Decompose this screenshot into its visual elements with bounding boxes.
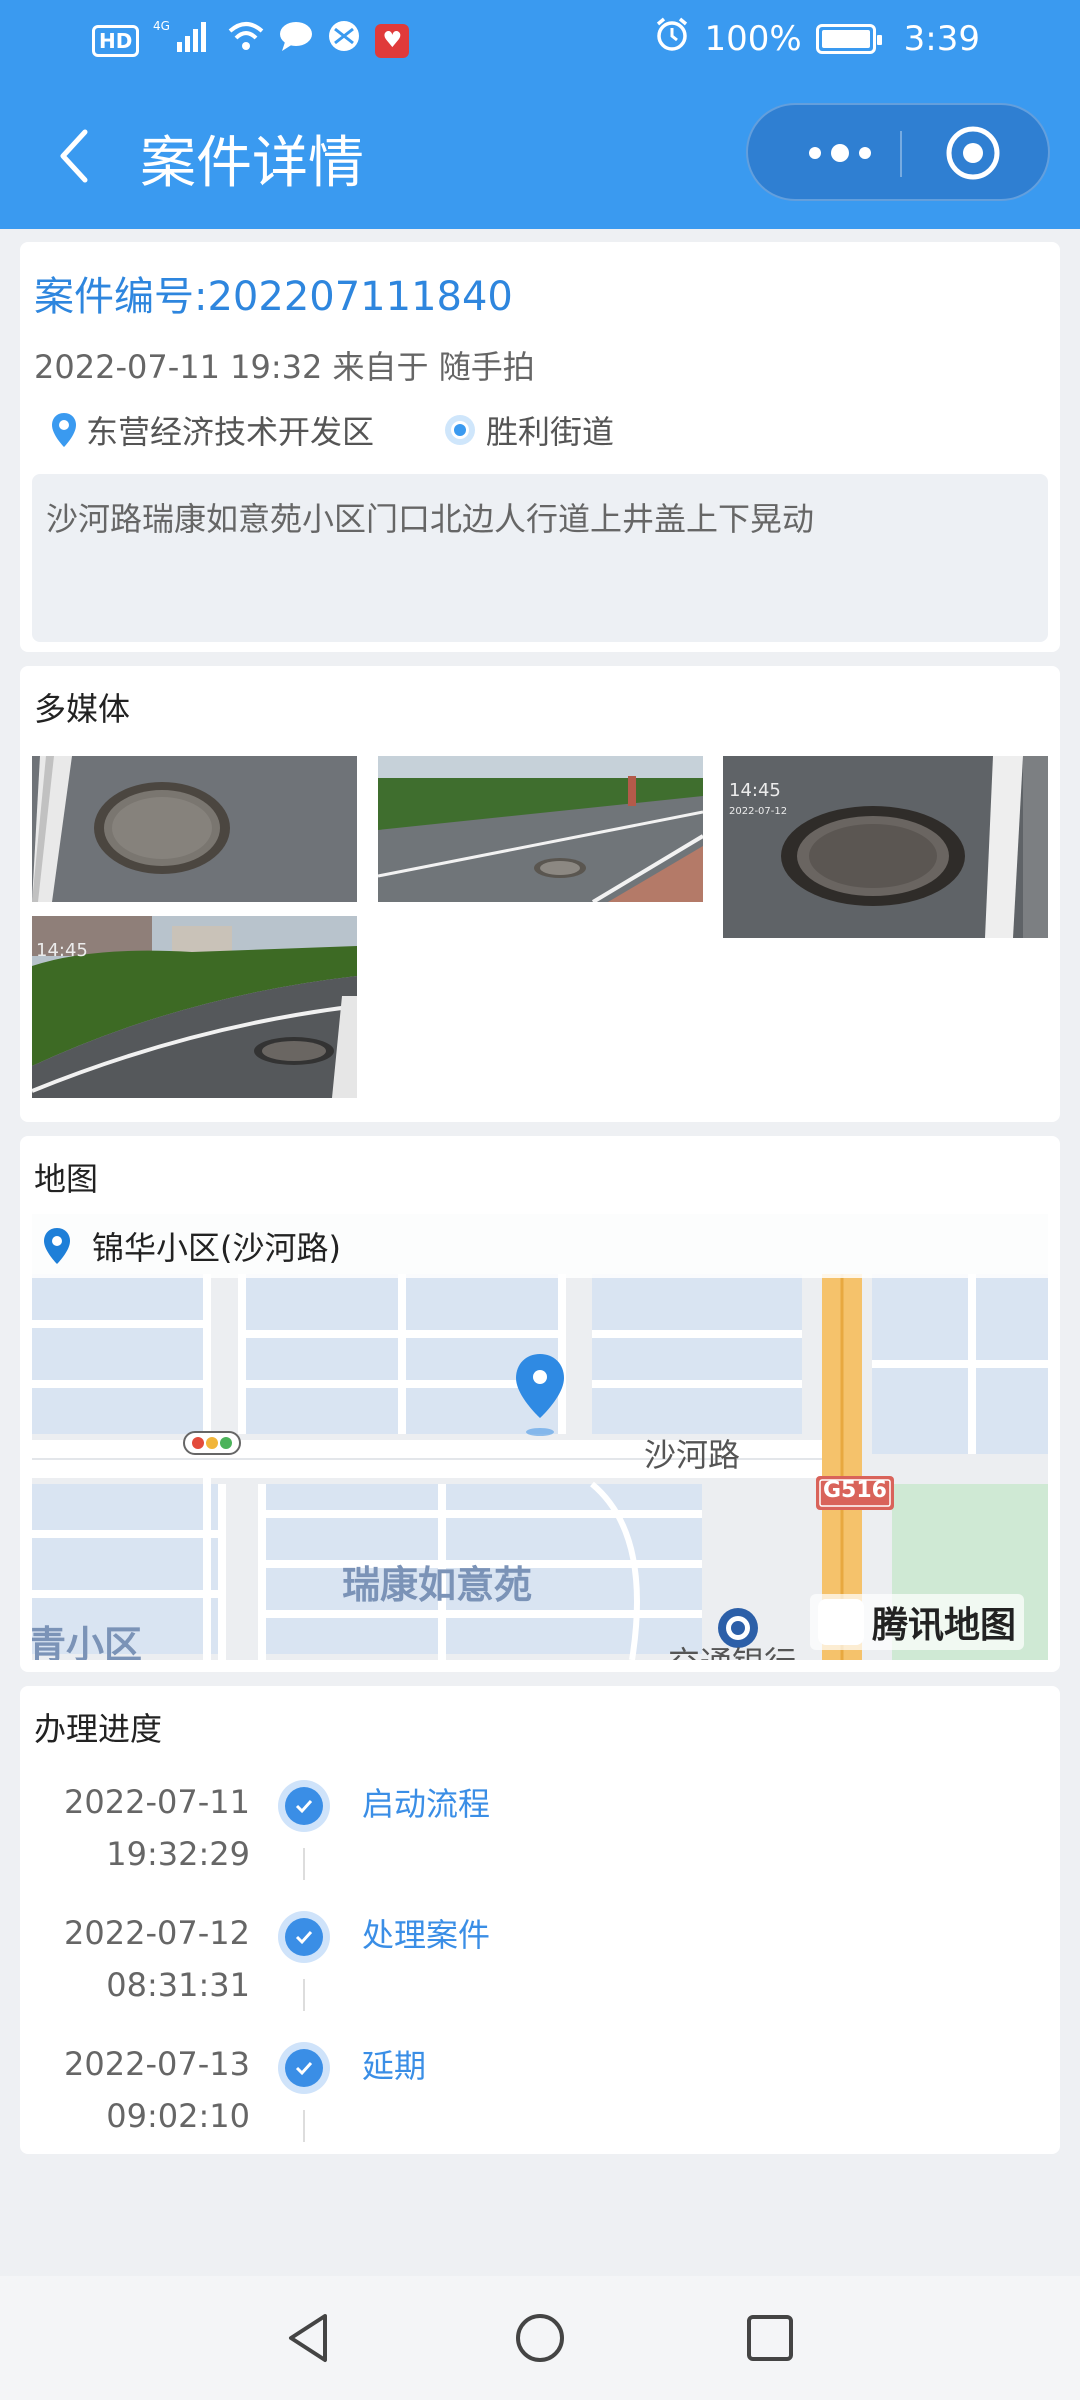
street-label: 胜利街道 bbox=[486, 413, 615, 451]
map-corner-label: 青小区 bbox=[32, 1623, 143, 1660]
hd-badge: HD bbox=[92, 24, 140, 57]
photo-thumbnail[interactable] bbox=[32, 756, 357, 902]
map-road-label: 沙河路 bbox=[644, 1436, 741, 1474]
clock: 3:39 bbox=[903, 18, 980, 59]
media-section-title: 多媒体 bbox=[34, 690, 131, 728]
hedge-road-photo: 14:45 bbox=[32, 916, 357, 1098]
wifi-icon bbox=[227, 19, 265, 62]
timeline-step-label[interactable]: 启动流程 bbox=[362, 1778, 490, 1830]
signal-icon: 4G bbox=[153, 18, 213, 63]
street-tag: 胜利街道 bbox=[442, 407, 614, 453]
timeline-step-label[interactable]: 处理案件 bbox=[362, 1909, 490, 1961]
photo-thumbnail[interactable] bbox=[378, 756, 703, 902]
target-location-icon bbox=[445, 415, 476, 445]
status-right: 100% 3:39 bbox=[654, 16, 980, 61]
map-area-label: 瑞康如意苑 bbox=[342, 1563, 533, 1607]
location-pin-icon bbox=[52, 413, 76, 447]
timeline-time: 09:02:10 bbox=[106, 2097, 250, 2135]
highway-badge-label: G516 bbox=[823, 1478, 887, 1503]
street-photo bbox=[378, 756, 703, 902]
chat-bubble-icon bbox=[279, 20, 313, 61]
app-header: HD 4G ♥ 100% 3:39 案件详情 bbox=[0, 0, 1080, 229]
manhole-road-photo: 14:45 2022-07-12 bbox=[723, 756, 1048, 938]
app-notification-icon: ♥ bbox=[375, 23, 410, 58]
location-row: 东营经济技术开发区 胜利街道 bbox=[50, 407, 614, 453]
more-button[interactable] bbox=[790, 125, 890, 181]
location-pin-icon bbox=[44, 1228, 70, 1264]
manhole-photo bbox=[32, 756, 357, 902]
timeline-datetime: 2022-07-13 09:02:10 bbox=[64, 2038, 250, 2142]
progress-section-title: 办理进度 bbox=[34, 1710, 163, 1748]
map-place-bar: 锦华小区(沙河路) bbox=[32, 1214, 1048, 1278]
map-view[interactable]: 锦华小区(沙河路) 沙河路 G516 瑞康如意苑 青小区 交通银行 腾讯地图 bbox=[32, 1214, 1048, 1660]
system-nav-bar bbox=[0, 2276, 1080, 2400]
system-home-button[interactable] bbox=[508, 2306, 572, 2370]
timeline-datetime: 2022-07-11 19:32:29 bbox=[64, 1776, 250, 1880]
map-card: 地图 锦华小区(沙河路) 沙河路 G516 瑞康如意苑 青小区 腾讯地图 bbox=[20, 1136, 1060, 1672]
timeline-step: 2022-07-13 09:02:10 延期 bbox=[20, 2038, 1060, 2168]
signal-4g-label: 4G bbox=[153, 19, 170, 33]
system-back-button[interactable] bbox=[276, 2306, 340, 2370]
triangle-back-icon bbox=[289, 2314, 327, 2362]
timeline-step: 2022-07-11 19:32:29 启动流程 bbox=[20, 1776, 1060, 1906]
district-tag: 东营经济技术开发区 bbox=[50, 407, 374, 453]
square-recents-icon bbox=[747, 2315, 793, 2361]
progress-card: 办理进度 2022-07-11 19:32:29 启动流程 2022-07-12… bbox=[20, 1686, 1060, 2154]
case-info-card: 案件编号:202207111840 2022-07-11 19:32 来自于 随… bbox=[20, 242, 1060, 652]
timeline-check-icon bbox=[278, 2042, 330, 2094]
map-brand-label: 腾讯地图 bbox=[871, 1605, 1016, 1646]
timeline-step: 2022-07-12 08:31:31 处理案件 bbox=[20, 1907, 1060, 2037]
timeline-time: 08:31:31 bbox=[106, 1966, 250, 2004]
page-title: 案件详情 bbox=[140, 131, 364, 196]
photo-thumbnail[interactable]: 14:45 bbox=[32, 916, 357, 1098]
back-button[interactable] bbox=[45, 126, 105, 186]
photo-overlay-time: 14:45 bbox=[729, 780, 781, 801]
map-bank-label: 交通银行 bbox=[668, 1638, 796, 1660]
miniprogram-capsule bbox=[746, 103, 1050, 201]
photo-thumbnail[interactable]: 14:45 2022-07-12 bbox=[723, 756, 1048, 938]
target-close-icon bbox=[946, 126, 1000, 180]
system-recents-button[interactable] bbox=[738, 2306, 802, 2370]
battery-percent: 100% bbox=[704, 18, 802, 59]
map-place-name: 锦华小区(沙河路) bbox=[92, 1229, 341, 1267]
case-meta: 2022-07-11 19:32 来自于 随手拍 bbox=[34, 348, 535, 386]
status-left: HD 4G ♥ bbox=[92, 18, 410, 63]
timeline-step-label[interactable]: 延期 bbox=[362, 2040, 426, 2092]
photo-overlay-date: 2022-07-12 bbox=[729, 806, 787, 817]
battery-icon bbox=[815, 23, 882, 54]
close-miniprogram-button[interactable] bbox=[938, 125, 1008, 181]
timeline-connector bbox=[303, 1848, 305, 1880]
chevron-left-icon bbox=[60, 129, 88, 183]
timeline-date: 2022-07-13 bbox=[64, 2045, 250, 2083]
district-label: 东营经济技术开发区 bbox=[86, 413, 375, 451]
circle-home-icon bbox=[516, 2314, 564, 2362]
capsule-divider bbox=[900, 131, 902, 177]
timeline-time: 19:32:29 bbox=[106, 1835, 250, 1873]
case-number: 案件编号:202207111840 bbox=[34, 274, 513, 320]
browser-icon bbox=[327, 19, 361, 62]
case-description: 沙河路瑞康如意苑小区门口北边人行道上井盖上下晃动 bbox=[32, 474, 1048, 642]
more-dots-icon bbox=[809, 144, 871, 162]
status-bar: HD 4G ♥ 100% 3:39 bbox=[0, 0, 1080, 80]
timeline-datetime: 2022-07-12 08:31:31 bbox=[64, 1907, 250, 2011]
timeline-connector bbox=[303, 2110, 305, 2142]
map-section-title: 地图 bbox=[34, 1160, 99, 1198]
timeline-date: 2022-07-11 bbox=[64, 1783, 250, 1821]
timeline-check-icon bbox=[278, 1911, 330, 1963]
timeline-date: 2022-07-12 bbox=[64, 1914, 250, 1952]
media-card: 多媒体 14:45 2022-07-12 14:45 bbox=[20, 666, 1060, 1122]
nav-bar: 案件详情 bbox=[0, 96, 1080, 216]
map-brand: 腾讯地图 bbox=[809, 1594, 1024, 1650]
tencent-map-logo-icon bbox=[817, 1599, 864, 1645]
timeline-connector bbox=[303, 1979, 305, 2011]
photo-overlay-time: 14:45 bbox=[36, 940, 88, 961]
alarm-icon bbox=[654, 16, 690, 61]
timeline-check-icon bbox=[278, 1780, 330, 1832]
